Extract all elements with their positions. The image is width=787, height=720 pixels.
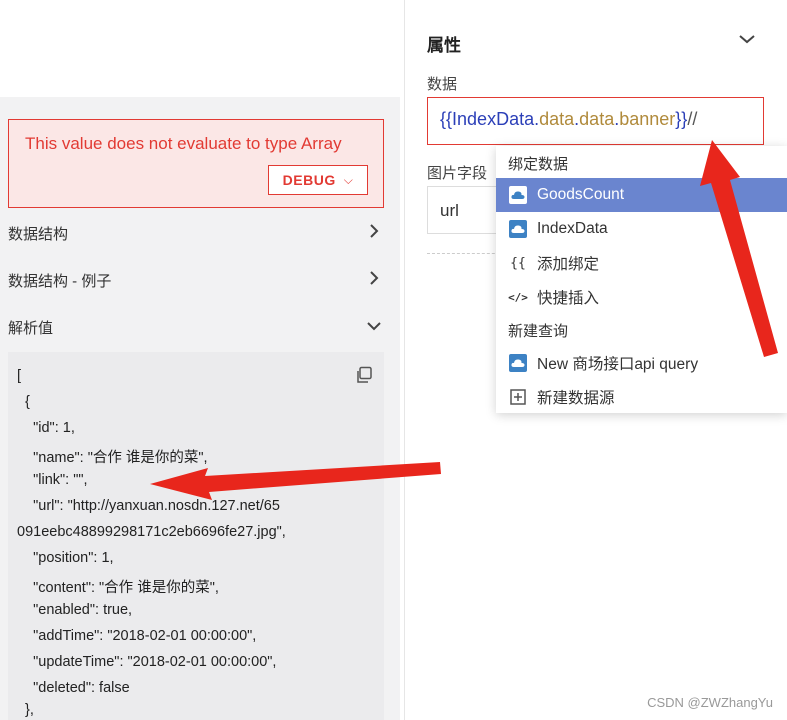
annotation-arrows [150,140,778,500]
red-arrow-icon [150,462,441,500]
watermark: CSDN @ZWZhangYu [647,695,773,710]
red-arrow-icon [700,140,778,357]
